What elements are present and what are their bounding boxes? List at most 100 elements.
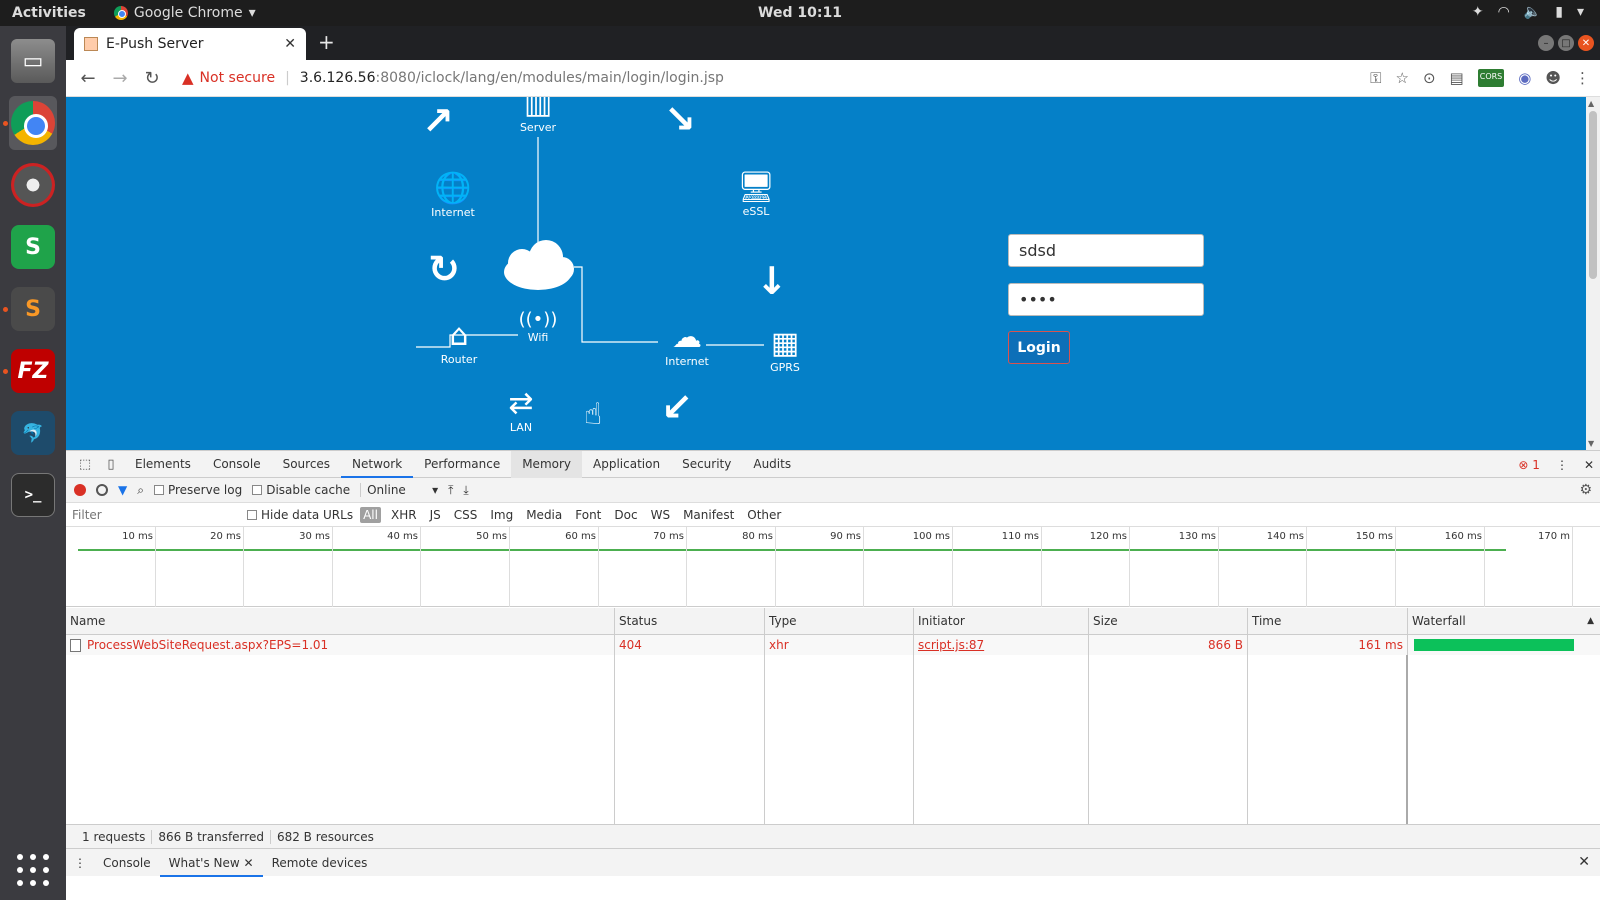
wifi-icon[interactable]: ◠ [1498,4,1510,20]
sheet-extension-icon[interactable]: ▤ [1450,69,1464,87]
filter-type-css[interactable]: CSS [451,507,481,523]
menu-kebab-icon[interactable]: ⋮ [1575,69,1590,87]
dock-s-app[interactable]: S [9,220,57,274]
extension-icon[interactable]: ⊙ [1423,69,1436,87]
filter-type-manifest[interactable]: Manifest [680,507,737,523]
minimize-button[interactable]: – [1538,35,1554,51]
star-icon[interactable]: ☆ [1396,69,1409,87]
col-header-status[interactable]: Status [615,608,765,634]
hide-data-urls-checkbox[interactable]: Hide data URLs [247,508,353,522]
checkbox-box[interactable] [153,485,164,495]
username-input[interactable] [1008,234,1204,267]
scrollbar-thumb[interactable] [1589,111,1597,279]
dock-filezilla[interactable]: FZ [3,344,57,398]
tab-console[interactable]: Console [202,451,272,478]
address-bar[interactable]: ▲ Not secure | 3.6.126.56:8080/iclock/la… [182,69,724,87]
filter-type-media[interactable]: Media [523,507,565,523]
app-menu[interactable]: Google Chrome ▾ [113,5,256,21]
error-counter[interactable]: ⊗ 1 [1518,458,1540,472]
search-icon[interactable]: ⌕ [137,483,144,498]
dock-terminal[interactable]: >_ [9,468,57,522]
devtools-menu-icon[interactable]: ⋮ [1556,458,1568,472]
tab-performance[interactable]: Performance [413,451,511,478]
cors-extension-icon[interactable]: CORS [1477,69,1505,87]
col-header-time[interactable]: Time [1248,608,1408,634]
volume-icon[interactable]: 🔈 [1524,4,1541,20]
close-devtools-icon[interactable]: ✕ [1584,458,1594,472]
col-header-initiator[interactable]: Initiator [914,608,1089,634]
dock-chrome[interactable] [3,96,57,150]
drawer-tab-console[interactable]: Console [94,849,160,877]
table-row[interactable]: ProcessWebSiteRequest.aspx?EPS=1.01 404 … [66,635,1600,655]
preserve-log-checkbox[interactable]: Preserve log [153,483,242,497]
login-button[interactable]: Login [1008,331,1070,364]
profile-avatar[interactable]: ☻ [1545,69,1561,87]
tab-audits[interactable]: Audits [742,451,802,478]
disable-cache-checkbox[interactable]: Disable cache [252,483,350,497]
filter-type-img[interactable]: Img [487,507,516,523]
checkbox-box[interactable] [252,485,263,495]
drawer-tab-remote-devices[interactable]: Remote devices [263,849,377,877]
drawer-menu-icon[interactable]: ⋮ [66,856,94,870]
close-tab-icon[interactable]: ✕ [284,36,296,52]
show-applications-icon[interactable] [17,854,49,886]
chevron-down-icon[interactable]: ▾ [1577,4,1584,20]
scroll-up-icon[interactable]: ▲ [1588,99,1594,108]
close-tab-icon[interactable]: ✕ [244,856,254,870]
cell-name[interactable]: ProcessWebSiteRequest.aspx?EPS=1.01 [66,635,615,655]
check-extension-icon[interactable]: ◉ [1518,69,1531,87]
key-icon[interactable]: ⚿ [1370,69,1381,87]
col-header-name[interactable]: Name [66,608,615,634]
tab-memory[interactable]: Memory [511,450,583,478]
browser-tab[interactable]: E-Push Server ✕ [74,28,306,60]
dropbox-icon[interactable]: ✦ [1472,4,1484,20]
scroll-down-icon[interactable]: ▼ [1588,439,1594,448]
filter-type-font[interactable]: Font [572,507,604,523]
drawer-tab-whats-new[interactable]: What's New ✕ [159,849,263,877]
filter-type-xhr[interactable]: XHR [388,507,420,523]
checkbox-box[interactable] [247,509,257,520]
close-drawer-icon[interactable]: ✕ [1578,854,1590,870]
dock-files[interactable]: ▭ [9,34,57,88]
col-header-type[interactable]: Type [765,608,914,634]
tab-sources[interactable]: Sources [272,451,341,478]
dock-mysql-workbench[interactable]: 🐬 [9,406,57,460]
tab-application[interactable]: Application [582,451,671,478]
tab-security[interactable]: Security [671,451,742,478]
record-icon[interactable] [74,484,86,496]
col-header-waterfall[interactable]: Waterfall ▲ [1408,608,1600,634]
export-har-icon[interactable]: ⤓ [463,483,468,498]
system-tray[interactable]: ✦ ◠ 🔈 ▮ ▾ [1472,4,1584,20]
maximize-button[interactable]: □ [1558,35,1574,51]
tab-network[interactable]: Network [341,451,414,478]
clear-icon[interactable] [96,484,108,496]
tab-elements[interactable]: Elements [124,451,202,478]
inspect-element-icon[interactable]: ⬚ [72,457,98,472]
filter-type-all[interactable]: All [360,506,381,523]
close-window-button[interactable]: ✕ [1578,35,1594,51]
forward-button[interactable]: → [104,68,136,89]
cell-waterfall[interactable] [1408,635,1600,655]
filter-icon[interactable]: ▼ [118,483,127,497]
throttle-select[interactable]: Online ▾ [360,483,438,497]
page-scrollbar[interactable]: ▲ ▼ [1586,97,1600,450]
filter-type-js[interactable]: JS [427,507,444,523]
col-header-size[interactable]: Size [1089,608,1248,634]
filter-type-ws[interactable]: WS [648,507,673,523]
battery-icon[interactable]: ▮ [1555,4,1563,20]
reload-button[interactable]: ↻ [136,68,168,89]
network-overview[interactable]: 10 ms 20 ms 30 ms 40 ms 50 ms 60 ms 70 ms 80 ms… [66,527,1600,607]
settings-gear-icon[interactable]: ⚙ [1579,482,1592,498]
dock-sublime[interactable]: S [3,282,57,336]
activities-button[interactable]: Activities [12,5,86,21]
new-tab-button[interactable]: + [318,30,335,54]
device-toolbar-icon[interactable]: ▯ [98,457,124,472]
filter-input[interactable] [72,507,232,522]
cell-initiator-link[interactable]: script.js:87 [914,635,1089,655]
filter-type-doc[interactable]: Doc [611,507,640,523]
security-label[interactable]: Not secure [200,70,276,86]
filter-type-other[interactable]: Other [744,507,784,523]
dock-disk-app[interactable] [9,158,57,212]
back-button[interactable]: ← [72,68,104,89]
import-har-icon[interactable]: ⤒ [448,483,453,498]
